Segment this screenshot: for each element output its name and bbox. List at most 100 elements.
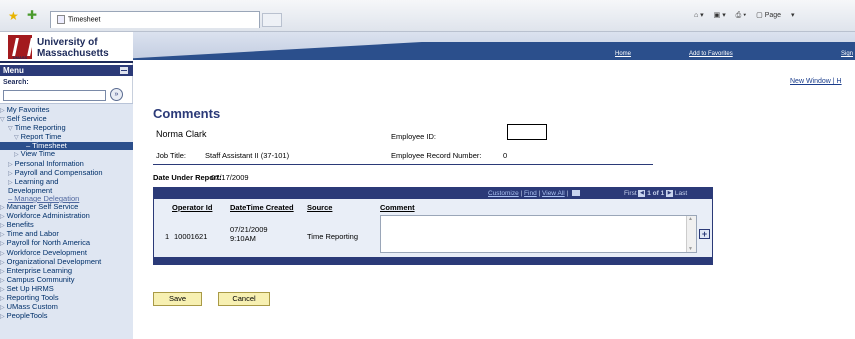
collapsed-arrow-icon: ▷: [0, 232, 5, 239]
date-cell: 07/21/2009: [230, 225, 268, 234]
menu-item-label: Manager Self Service: [6, 202, 79, 212]
menu-item-label: View Time: [20, 149, 56, 159]
page-icon: [57, 15, 65, 24]
menu-item-label: Set Up HRMS: [6, 283, 54, 293]
employee-name: Norma Clark: [156, 129, 207, 139]
employee-record-label: Employee Record Number:: [391, 151, 482, 160]
menu-item-label: Workforce Development: [6, 247, 87, 257]
comment-scrollbar[interactable]: [686, 216, 696, 252]
find-link[interactable]: Find: [524, 190, 537, 197]
menu-item-label: Self Service: [6, 114, 47, 124]
add-to-favorites-link[interactable]: Add to Favorites: [689, 51, 733, 57]
expanded-arrow-icon: ▽: [0, 117, 5, 124]
employee-id-value: [507, 124, 547, 140]
job-title-value: Staff Assistant II (37-101): [205, 151, 290, 160]
umass-logo-mark-text: UMASS: [12, 55, 28, 60]
menu-item-label: Campus Community: [6, 274, 75, 284]
collapsed-arrow-icon: ▷: [0, 259, 5, 266]
collapsed-arrow-icon: ▷: [0, 250, 5, 257]
home-link[interactable]: Home: [615, 51, 631, 57]
collapsed-arrow-icon: ▷: [0, 108, 5, 114]
collapsed-arrow-icon: ▷: [0, 277, 5, 284]
menu-item[interactable]: ▷ PeopleTools: [0, 312, 133, 321]
browser-tab[interactable]: Timesheet: [50, 11, 260, 28]
add-favorite-icon[interactable]: ✚: [27, 8, 37, 22]
logo-line-2: Massachusetts: [37, 48, 109, 59]
collapsed-arrow-icon: ▷: [8, 170, 13, 177]
menu-item-label: Organizational Development: [6, 256, 102, 266]
menu-header: Menu: [0, 65, 133, 76]
search-go-button[interactable]: »: [110, 88, 123, 101]
menu-item-label: UMass Custom: [6, 302, 58, 312]
grid-body: Operator Id DateTime Created Source Comm…: [154, 199, 712, 257]
collapsed-arrow-icon: ▷: [8, 179, 13, 186]
page-menu[interactable]: ▢ Page ▾: [756, 12, 794, 19]
next-row-icon[interactable]: ▶: [666, 190, 674, 197]
employee-record-value: 0: [503, 151, 508, 160]
home-icon[interactable]: ⌂ ▾: [694, 12, 704, 19]
save-button[interactable]: Save: [153, 292, 202, 306]
left-navigation: UMASS University of Massachusetts Menu S…: [0, 32, 133, 339]
collapsed-arrow-icon: ▷: [0, 214, 5, 221]
column-source[interactable]: Source: [307, 203, 332, 212]
browser-tools: ⌂ ▾ ▣ ▾ ⎙ ▾ ▢ Page ▾: [694, 11, 803, 20]
cancel-button[interactable]: Cancel: [218, 292, 270, 306]
new-window-link[interactable]: New Window | H: [790, 78, 842, 85]
search-label: Search:: [3, 79, 29, 86]
add-row-button[interactable]: +: [699, 229, 710, 239]
browser-tab-title: Timesheet: [68, 16, 101, 24]
collapsed-arrow-icon: ▷: [0, 268, 5, 275]
menu-item-label: Payroll for North America: [6, 238, 90, 248]
menu-list: ▷ My Favorites ▽ Self Service ▽ Time Reportin…: [0, 103, 133, 339]
new-tab-button[interactable]: [262, 13, 282, 27]
menu-item-label: Enterprise Learning: [6, 265, 73, 275]
menu-item-label: Time Reporting: [14, 123, 66, 133]
menu-item-label: Workforce Administration: [6, 211, 90, 221]
menu-search-input[interactable]: [3, 90, 106, 101]
umass-logo: UMASS University of Massachusetts: [0, 32, 133, 63]
last-link[interactable]: Last: [675, 190, 687, 197]
customize-link[interactable]: Customize: [488, 190, 519, 197]
expanded-arrow-icon: ▽: [14, 135, 19, 142]
menu-item-label: My Favorites: [6, 105, 50, 114]
menu-item-label: Payroll and Compensation: [14, 167, 103, 177]
top-links: Home Add to Favorites Sign: [133, 51, 855, 61]
previous-row-icon[interactable]: ◀: [638, 190, 646, 197]
download-grid-icon[interactable]: [572, 190, 581, 197]
collapsed-arrow-icon: ▷: [0, 205, 5, 212]
sign-out-link[interactable]: Sign: [841, 51, 853, 57]
menu-item-label: Learning and: [14, 176, 59, 186]
page-title: Comments: [153, 106, 221, 121]
collapsed-arrow-icon: ▷: [0, 286, 5, 293]
job-title-label: Job Title:: [156, 151, 187, 160]
menu-item-label: Time and Labor: [6, 229, 59, 239]
view-all-link[interactable]: View All: [542, 190, 565, 197]
expanded-arrow-icon: ▽: [8, 126, 13, 133]
row-index: 1: [165, 232, 170, 241]
first-link[interactable]: First: [624, 190, 637, 197]
time-cell: 9:10AM: [230, 234, 256, 243]
feeds-icon[interactable]: ▣ ▾: [714, 12, 726, 19]
logo-line-1: University of: [37, 37, 98, 48]
employee-id-label: Employee ID:: [391, 132, 437, 141]
column-operator-id[interactable]: Operator Id: [172, 203, 212, 212]
collapsed-arrow-icon: ▷: [0, 295, 5, 302]
collapsed-arrow-icon: ▷: [8, 161, 13, 168]
favorites-star-icon[interactable]: ★: [8, 9, 19, 23]
menu-item-label: Personal Information: [14, 158, 84, 168]
column-datetime-created[interactable]: DateTime Created: [230, 203, 294, 212]
operator-id-cell: 10001621: [174, 232, 208, 241]
collapse-menu-icon[interactable]: [120, 67, 128, 74]
menu-item-label: Reporting Tools: [6, 292, 59, 302]
collapsed-arrow-icon: ▷: [0, 314, 5, 321]
comment-textarea[interactable]: [380, 215, 697, 253]
browser-toolbar: ★ ✚ Timesheet ⌂ ▾ ▣ ▾ ⎙ ▾ ▢ Page ▾: [0, 0, 855, 32]
collapsed-arrow-icon: ▷: [0, 223, 5, 230]
collapsed-arrow-icon: ▷: [0, 305, 5, 312]
print-icon[interactable]: ⎙ ▾: [736, 12, 747, 19]
menu-item-label: Report Time: [20, 132, 62, 142]
grid-header: Customize | Find | View All | First ◀ 1 …: [154, 188, 712, 199]
menu-item-label: Benefits: [6, 220, 34, 230]
column-comment[interactable]: Comment: [380, 203, 415, 212]
grid-footer: [154, 257, 712, 264]
